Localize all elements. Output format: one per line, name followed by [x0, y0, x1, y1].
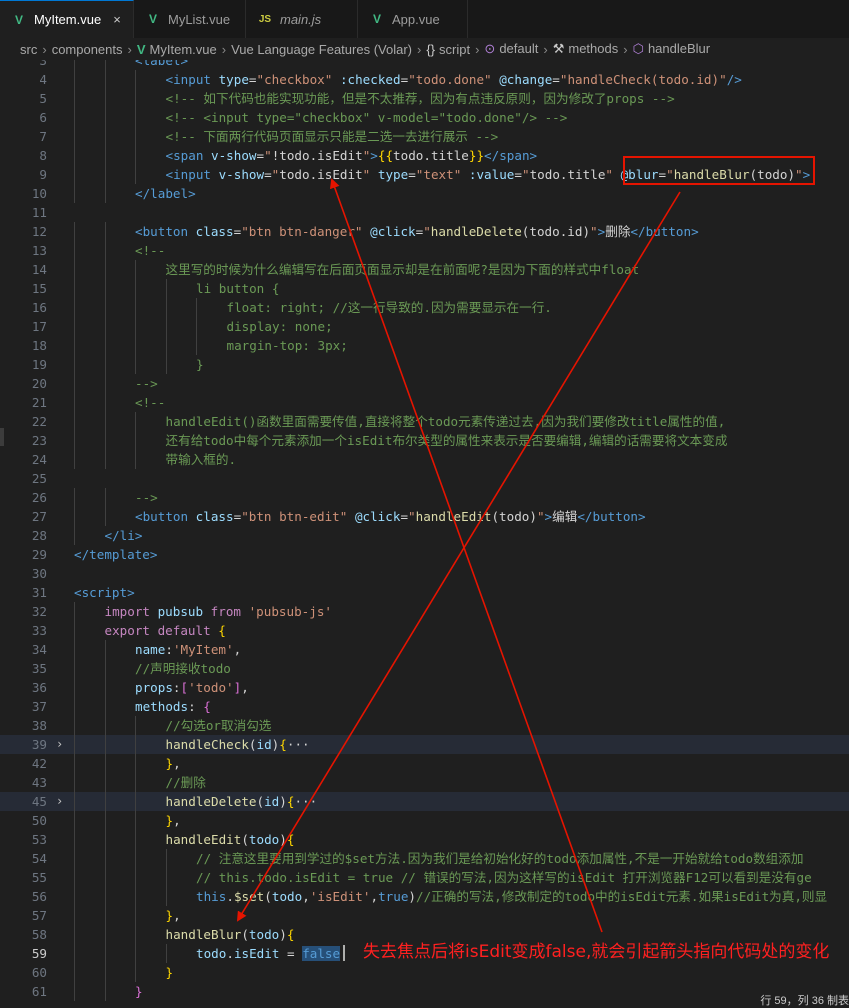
- annotation-arrows: [236, 178, 681, 933]
- cursor-position[interactable]: 行 59，列 36 制表: [760, 992, 849, 1008]
- status-bar: 行 59，列 36 制表: [0, 990, 849, 1007]
- arrow-to-v-show: [329, 178, 603, 933]
- arrow-to-handleBlur: [236, 191, 681, 922]
- annotation-text: 失去焦点后将isEdit变成false,就会引起箭头指向代码处的变化: [363, 942, 830, 962]
